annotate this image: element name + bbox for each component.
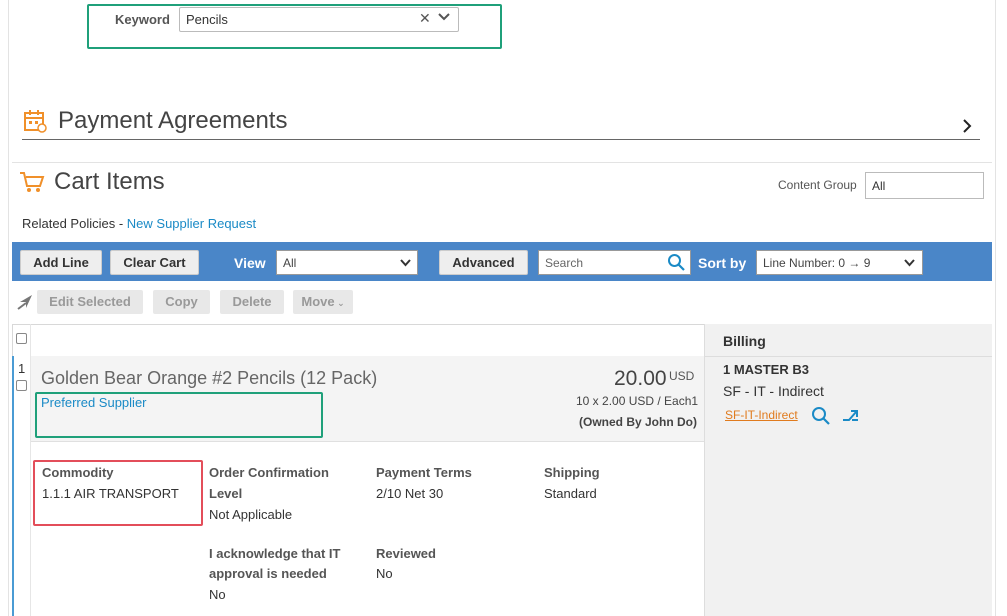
- delete-button[interactable]: Delete: [220, 290, 284, 314]
- keyword-highlight-box: [87, 4, 502, 49]
- reviewed-value: No: [376, 566, 393, 581]
- billing-segment: SF - IT - Indirect: [723, 383, 824, 399]
- chevron-down-icon: ⌄: [334, 298, 345, 308]
- it-approval-label: I acknowledge that IT: [209, 546, 341, 561]
- sort-by-label: Sort by: [698, 255, 747, 271]
- it-approval-value: No: [209, 587, 226, 602]
- sort-by-value: Line Number: 0 → 9: [763, 256, 871, 270]
- search-icon[interactable]: [811, 406, 831, 426]
- order-confirmation-label-level: Level: [209, 486, 243, 501]
- billing-account: 1 MASTER B3: [723, 362, 809, 377]
- billing-account-link[interactable]: SF-IT-Indirect: [725, 408, 798, 422]
- search-icon[interactable]: [667, 253, 686, 272]
- move-back-arrow-icon[interactable]: [16, 293, 34, 311]
- section-divider: [12, 162, 992, 163]
- reviewed-label: Reviewed: [376, 546, 436, 561]
- commodity-highlight-box: [33, 460, 203, 526]
- item-owner: (Owned By John Do): [579, 415, 697, 429]
- shipping-value: Standard: [544, 486, 597, 501]
- payment-terms-value: 2/10 Net 30: [376, 486, 444, 501]
- line-number: 1: [18, 361, 26, 376]
- calendar-icon: [24, 110, 47, 133]
- select-all-checkbox[interactable]: [16, 333, 27, 344]
- add-line-button[interactable]: Add Line: [20, 250, 102, 275]
- item-unit-line: 10 x 2.00 USD / Each1: [576, 394, 699, 408]
- copy-button[interactable]: Copy: [153, 290, 210, 314]
- billing-header: Billing: [723, 333, 766, 349]
- move-button[interactable]: Move ⌄: [293, 290, 353, 314]
- move-button-label: Move: [301, 294, 335, 309]
- order-confirmation-value: Not Applicable: [209, 507, 293, 522]
- advanced-button[interactable]: Advanced: [439, 250, 528, 275]
- it-approval-label-line2: approval is needed: [209, 566, 327, 581]
- related-policies-label: Related Policies -: [22, 216, 124, 231]
- order-confirmation-label: Order Confirmation: [209, 465, 329, 480]
- edit-selected-button[interactable]: Edit Selected: [37, 290, 143, 314]
- sort-by-select[interactable]: Line Number: 0 → 9: [756, 250, 923, 275]
- item-price: 20.00: [614, 367, 667, 390]
- search-placeholder: Search: [545, 256, 584, 270]
- related-policies: Related Policies - New Supplier Request: [22, 216, 256, 231]
- cart-icon: [20, 172, 45, 192]
- split-account-icon[interactable]: [841, 406, 861, 426]
- selected-row-accent: [12, 356, 14, 616]
- new-supplier-request-link[interactable]: New Supplier Request: [127, 216, 256, 231]
- billing-divider: [705, 356, 992, 357]
- cart-items-title: Cart Items: [54, 168, 165, 195]
- view-label: View: [234, 255, 266, 271]
- clear-cart-button[interactable]: Clear Cart: [110, 250, 199, 275]
- chevron-down-icon: [400, 259, 411, 267]
- item-name[interactable]: Golden Bear Orange #2 Pencils (12 Pack): [41, 368, 377, 389]
- search-input[interactable]: Search: [538, 250, 691, 275]
- payment-terms-label: Payment Terms: [376, 465, 472, 480]
- chevron-right-icon[interactable]: [960, 118, 974, 134]
- item-checkbox[interactable]: [16, 380, 27, 391]
- shipping-label: Shipping: [544, 465, 600, 480]
- view-select-value: All: [283, 256, 297, 270]
- payment-agreements-title: Payment Agreements: [58, 107, 288, 134]
- payment-agreements-underline: [22, 139, 980, 140]
- item-currency: USD: [669, 369, 695, 383]
- content-group-input[interactable]: All: [865, 172, 984, 199]
- supplier-highlight-box: [35, 392, 323, 438]
- view-select[interactable]: All: [276, 250, 418, 275]
- chevron-down-icon: [904, 259, 915, 267]
- content-group-label: Content Group: [778, 178, 857, 192]
